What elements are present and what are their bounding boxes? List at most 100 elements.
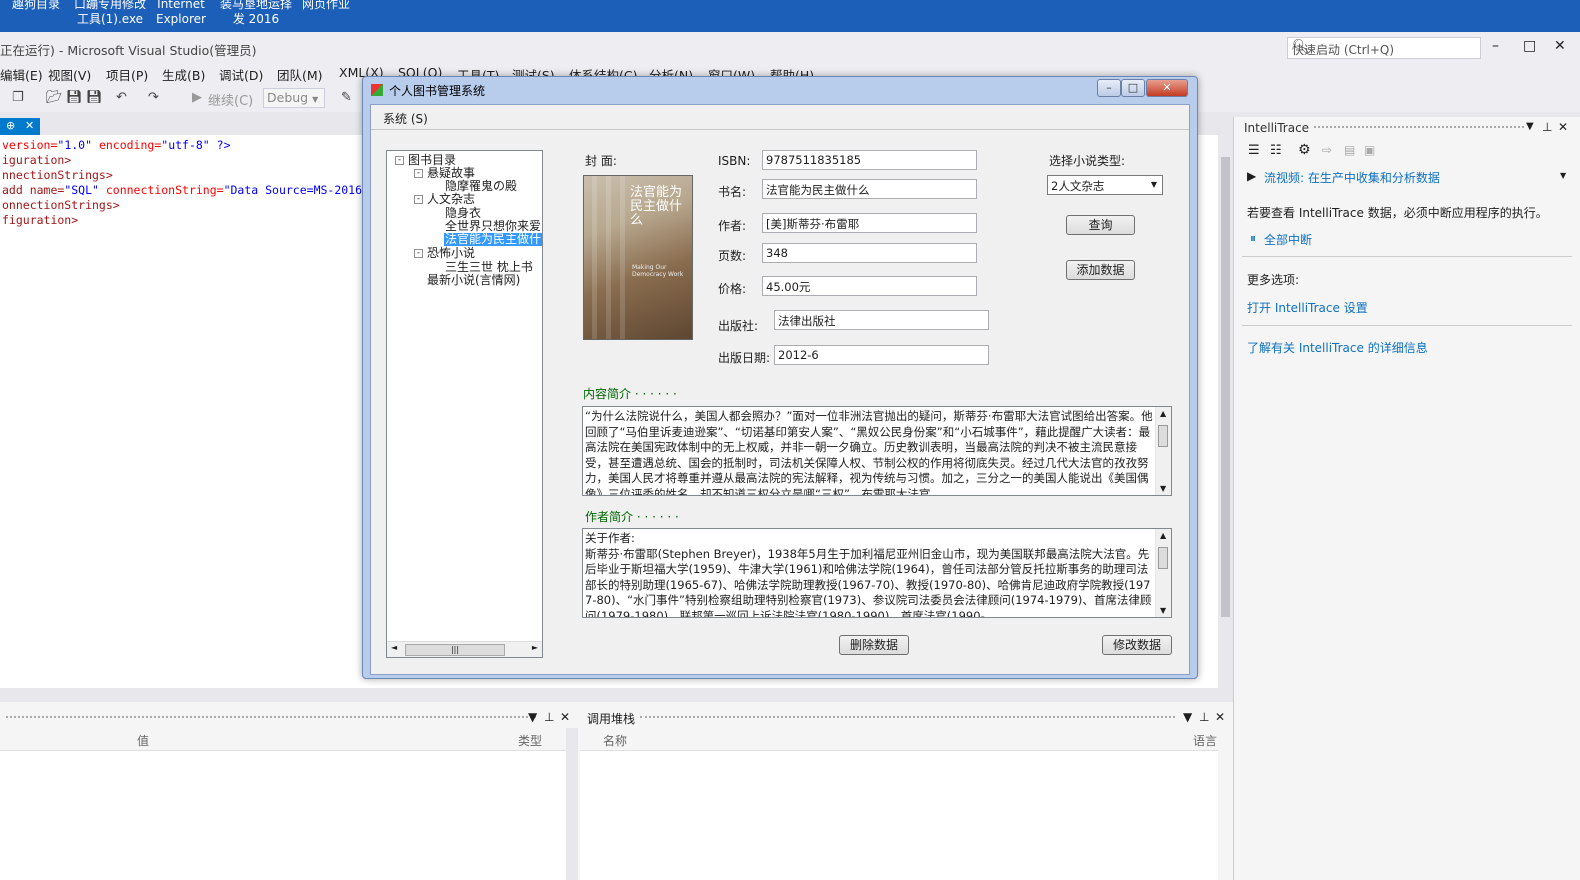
menu-view[interactable]: 视图(V) bbox=[48, 65, 91, 84]
price-field[interactable]: 45.00元 bbox=[762, 276, 977, 296]
chevron-down-icon[interactable]: ▼ bbox=[528, 710, 537, 724]
author-intro-textarea[interactable]: 关于作者: 斯蒂芬·布雷耶(Stephen Breyer)，1938年5月生于加… bbox=[582, 528, 1172, 618]
column-header-language[interactable]: 语言 bbox=[1193, 732, 1217, 749]
callstack-list[interactable] bbox=[580, 750, 1218, 880]
menu-build[interactable]: 生成(B) bbox=[162, 65, 205, 84]
close-icon[interactable]: ✕ bbox=[1215, 710, 1225, 724]
column-header-name[interactable]: 名称 bbox=[603, 732, 627, 749]
redo-icon[interactable]: ↷ bbox=[148, 90, 159, 105]
pin-icon[interactable]: ⊕ bbox=[6, 119, 15, 132]
open-settings-link[interactable]: 打开 IntelliTrace 设置 bbox=[1247, 299, 1368, 316]
scrollbar-thumb[interactable] bbox=[1158, 425, 1168, 447]
desktop-icon-label[interactable]: 装马垦地运择发 2016 bbox=[220, 0, 292, 27]
menu-system[interactable]: 系统 (S) bbox=[383, 110, 428, 127]
author-field[interactable]: [美]斯蒂芬·布雷耶 bbox=[762, 213, 977, 233]
maximize-button[interactable]: □ bbox=[1523, 38, 1536, 54]
scroll-down-icon[interactable]: ▼ bbox=[1160, 484, 1166, 493]
book-tree[interactable]: - 图书目录 - 悬疑故事 隐摩罹鬼の殿 - 人文杂志 隐身衣 全世界只想你来爱… bbox=[386, 150, 543, 658]
textarea-scrollbar[interactable]: ▲ ▼ bbox=[1155, 529, 1171, 617]
column-header-type[interactable]: 类型 bbox=[518, 732, 542, 749]
scroll-left-icon[interactable]: ◄ bbox=[391, 643, 397, 652]
query-button[interactable]: 查询 bbox=[1066, 215, 1135, 235]
column-header-value[interactable]: 值 bbox=[137, 732, 149, 749]
publisher-field[interactable]: 法律出版社 bbox=[774, 310, 989, 330]
collapse-icon[interactable]: - bbox=[414, 249, 423, 258]
editor-vertical-scrollbar[interactable] bbox=[1218, 135, 1233, 690]
textarea-scrollbar[interactable]: ▲ ▼ bbox=[1155, 407, 1171, 495]
continue-icon[interactable]: ▶ bbox=[192, 90, 202, 105]
menu-edit[interactable]: 编辑(E) bbox=[0, 65, 43, 84]
save-icon[interactable]: ▣ bbox=[1364, 143, 1375, 157]
menu-debug[interactable]: 调试(D) bbox=[219, 65, 263, 84]
tree-node-category[interactable]: 恐怖小说 bbox=[427, 247, 475, 260]
undo-icon[interactable]: ↶ bbox=[116, 90, 127, 105]
open-file-icon[interactable]: 📂︎ bbox=[46, 90, 63, 105]
minimize-button[interactable]: – bbox=[1097, 79, 1121, 97]
continue-label[interactable]: 继续(C) bbox=[208, 90, 253, 109]
pin-icon[interactable]: ⊥ bbox=[544, 710, 554, 724]
desktop-icon-label[interactable]: 网页作业 bbox=[302, 0, 350, 12]
scrollbar-thumb[interactable] bbox=[1221, 157, 1230, 617]
intellitrace-panel: IntelliTrace ▼ ⊥ ✕ ☰ ☷ ⚙ ⇨ ▤ ▣ ▶ 流视频: 在生… bbox=[1233, 117, 1580, 880]
scrollbar-thumb[interactable] bbox=[1158, 547, 1168, 569]
solution-config-dropdown[interactable]: Debug ▼ bbox=[263, 88, 325, 108]
pin-icon[interactable]: ⊥ bbox=[1542, 120, 1552, 134]
chevron-down-icon[interactable]: ▼ bbox=[1526, 121, 1534, 132]
forward-icon[interactable]: ⇨ bbox=[1322, 143, 1332, 157]
close-button[interactable]: ✕ bbox=[1554, 38, 1566, 54]
new-project-icon[interactable]: ❐ bbox=[12, 90, 24, 105]
tree-node-book-selected[interactable]: 法官能为民主做什 bbox=[444, 233, 542, 246]
tree-horizontal-scrollbar[interactable]: ◄ ||| ► bbox=[387, 641, 542, 657]
find-icon[interactable]: ✎ bbox=[341, 90, 352, 105]
desktop-icon-label[interactable]: 趣狗目录 bbox=[12, 0, 60, 12]
pubdate-field[interactable]: 2012-6 bbox=[774, 345, 989, 365]
pin-icon[interactable]: ⊥ bbox=[1199, 710, 1209, 724]
document-tab[interactable]: ⊕ ✕ bbox=[0, 118, 40, 135]
tree-node-category[interactable]: 最新小说(言情网) bbox=[427, 274, 520, 287]
collapse-icon[interactable]: - bbox=[414, 195, 423, 204]
close-tab-icon[interactable]: ✕ bbox=[25, 119, 34, 132]
collapse-icon[interactable]: - bbox=[414, 169, 423, 178]
isbn-field[interactable]: 9787511835185 bbox=[762, 150, 977, 170]
stream-video-link[interactable]: 流视频: 在生产中收集和分析数据 bbox=[1264, 169, 1440, 186]
save-all-icon[interactable]: 💾︎ bbox=[86, 90, 103, 105]
break-all-link[interactable]: 全部中断 bbox=[1264, 231, 1312, 248]
maximize-button[interactable]: □ bbox=[1121, 79, 1145, 97]
delete-data-button[interactable]: 删除数据 bbox=[839, 635, 909, 655]
scroll-up-icon[interactable]: ▲ bbox=[1160, 409, 1166, 418]
add-data-button[interactable]: 添加数据 bbox=[1066, 260, 1135, 280]
desktop-icon-label[interactable]: 口蹦专用修改 工具(1).exe bbox=[74, 0, 146, 27]
close-icon[interactable]: ✕ bbox=[1558, 120, 1568, 134]
list-view-icon[interactable]: ☰ bbox=[1248, 143, 1260, 158]
gear-icon[interactable]: ⚙ bbox=[1298, 142, 1311, 158]
desktop-icon-label[interactable]: Internet Explorer bbox=[156, 0, 206, 27]
save-icon[interactable]: 💾︎ bbox=[66, 90, 83, 105]
name-field[interactable]: 法官能为民主做什么 bbox=[762, 179, 977, 199]
modify-data-button[interactable]: 修改数据 bbox=[1102, 635, 1172, 655]
menu-project[interactable]: 项目(P) bbox=[106, 65, 148, 84]
minimize-button[interactable]: – bbox=[1492, 38, 1499, 54]
quick-launch-input[interactable]: 快速启动 (Ctrl+Q) 🔍︎ bbox=[1287, 37, 1481, 59]
scroll-up-icon[interactable]: ▲ bbox=[1160, 531, 1166, 540]
pages-field[interactable]: 348 bbox=[762, 243, 977, 263]
tree-view-icon[interactable]: ☷ bbox=[1270, 143, 1282, 158]
editor-horizontal-scrollbar[interactable] bbox=[0, 688, 1233, 702]
close-icon[interactable]: ✕ bbox=[560, 710, 570, 724]
tree-node-category[interactable]: 人文杂志 bbox=[427, 193, 475, 206]
scrollbar[interactable] bbox=[566, 728, 578, 880]
locals-list[interactable] bbox=[0, 750, 566, 880]
learn-more-link[interactable]: 了解有关 IntelliTrace 的详细信息 bbox=[1247, 339, 1428, 356]
scroll-right-icon[interactable]: ► bbox=[532, 643, 538, 652]
price-label: 价格: bbox=[718, 282, 747, 296]
menu-team[interactable]: 团队(M) bbox=[277, 65, 323, 84]
close-button[interactable]: ✕ bbox=[1146, 79, 1188, 97]
chevron-down-icon[interactable]: ▼ bbox=[1183, 710, 1192, 724]
chevron-down-icon[interactable]: ▼ bbox=[1560, 171, 1566, 180]
open-icon[interactable]: ▤ bbox=[1344, 143, 1355, 157]
collapse-icon[interactable]: - bbox=[395, 156, 404, 165]
scrollbar-thumb[interactable]: ||| bbox=[405, 644, 505, 656]
more-options-label: 更多选项: bbox=[1247, 273, 1300, 287]
book-type-select[interactable]: 2人文杂志 ▼ bbox=[1047, 175, 1163, 195]
scroll-down-icon[interactable]: ▼ bbox=[1160, 606, 1166, 615]
content-intro-textarea[interactable]: “为什么法院说什么，美国人都会照办？”面对一位非洲法官抛出的疑问，斯蒂芬·布雷耶… bbox=[582, 406, 1172, 496]
